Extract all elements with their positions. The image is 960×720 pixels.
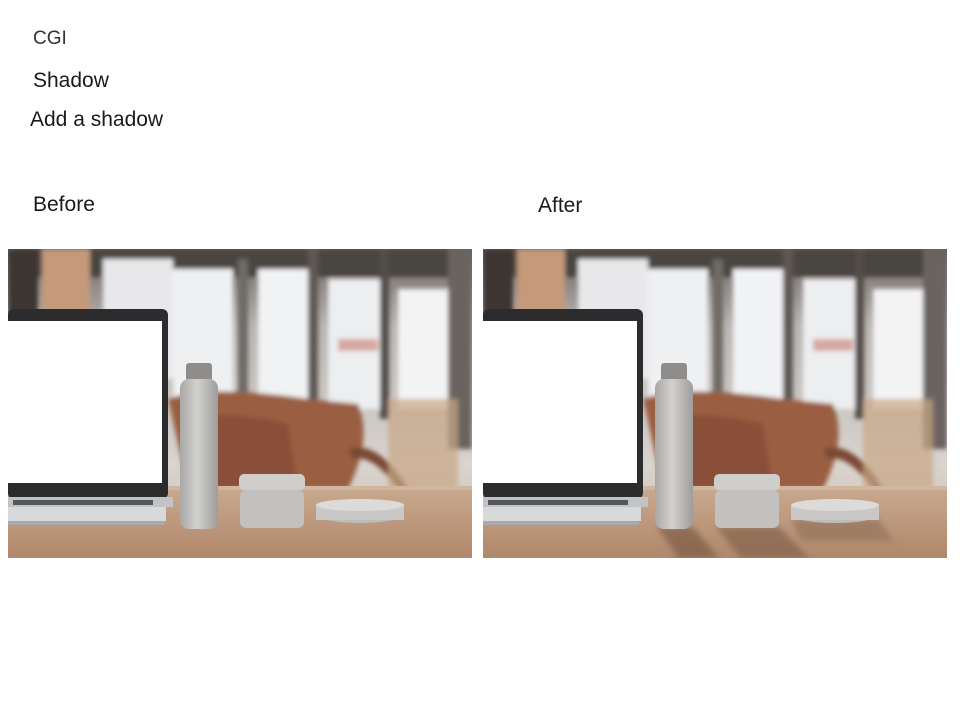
slide-title: Shadow xyxy=(33,69,109,92)
slide-subtitle: Add a shadow xyxy=(30,108,164,131)
after-image xyxy=(483,249,947,558)
category-label: CGI xyxy=(33,28,67,49)
before-label: Before xyxy=(33,193,95,216)
after-label: After xyxy=(538,194,583,217)
before-image xyxy=(8,249,472,558)
